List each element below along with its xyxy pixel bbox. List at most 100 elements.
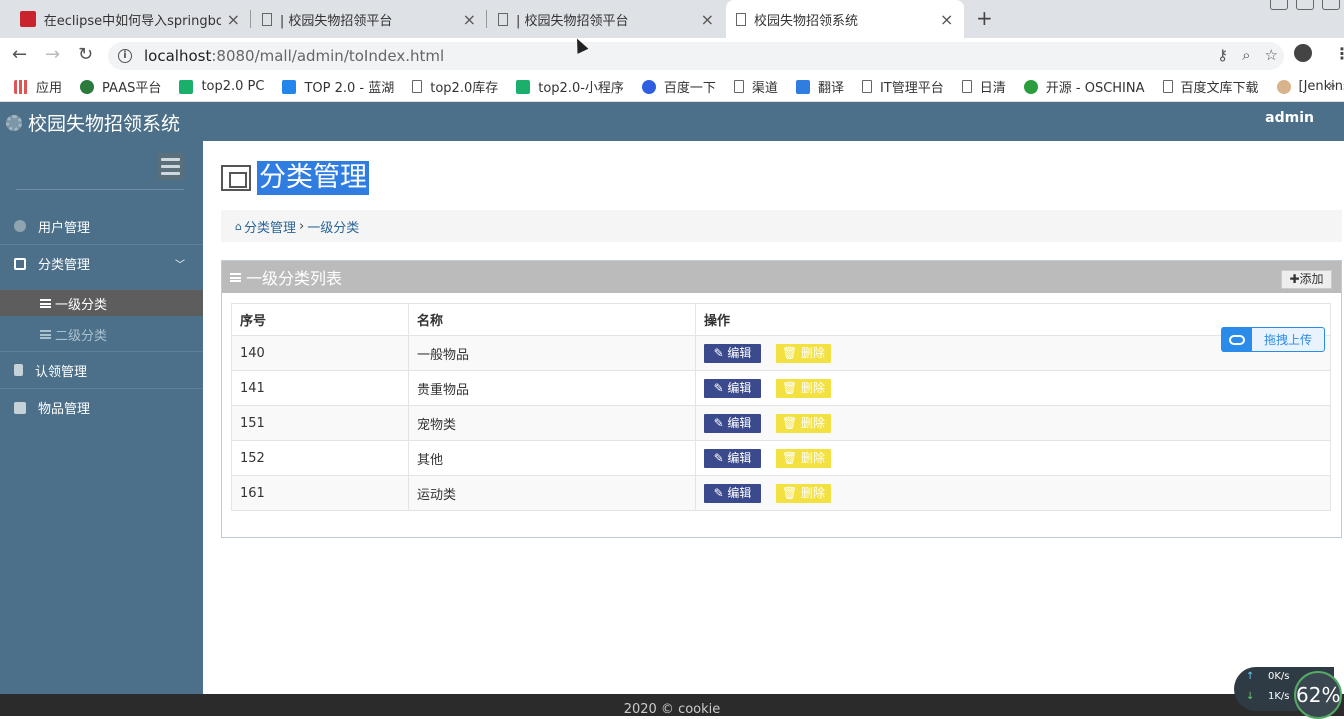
bookmark-label: top2.0库存	[430, 81, 499, 96]
edit-button[interactable]: ✎ 编辑	[704, 448, 761, 468]
bookmark-oschina[interactable]: 开源 - OSCHINA	[1023, 77, 1145, 96]
arrow-down-icon: ↓	[1246, 691, 1255, 702]
close-icon[interactable]: ×	[227, 10, 240, 29]
tab-title: 在eclipse中如何导入springboot	[43, 13, 221, 29]
breadcrumb-home[interactable]: 分类管理	[244, 217, 296, 236]
menu-dots-icon[interactable]: ⋮	[1334, 44, 1344, 63]
sidebar-subitem-level1[interactable]: 一级分类	[0, 290, 203, 316]
account-icon[interactable]	[1294, 44, 1312, 62]
star-icon[interactable]: ☆	[1265, 46, 1278, 64]
window-controls	[1266, 0, 1344, 10]
user-icon	[14, 220, 26, 232]
cell-name: 运动类	[408, 475, 696, 511]
edit-button[interactable]: ✎ 编辑	[704, 378, 761, 398]
sidebar-item-claims[interactable]: 认领管理	[0, 352, 203, 389]
page-icon	[1162, 80, 1173, 93]
upload-label: 拖拽上传	[1264, 333, 1313, 347]
delete-button[interactable]: 🗑 删除	[776, 343, 831, 363]
cloud-icon	[1222, 327, 1252, 352]
usage-percent: 62%	[1294, 671, 1342, 719]
list-icon	[230, 272, 241, 282]
tab-divider	[486, 10, 487, 28]
close-icon[interactable]: ×	[701, 10, 714, 29]
download-speed: 1K/s	[1268, 691, 1290, 702]
zoom-icon[interactable]: ⌕	[1242, 46, 1250, 64]
sidebar-item-categories[interactable]: 分类管理 ﹀	[0, 245, 203, 282]
sidebar-item-items[interactable]: 物品管理	[0, 389, 203, 426]
key-icon[interactable]: ⚷	[1217, 46, 1228, 64]
bookmark-channel[interactable]: 渠道	[733, 77, 778, 96]
maximize-icon[interactable]	[1296, 0, 1314, 10]
sidebar-toggle-icon[interactable]	[158, 153, 183, 180]
page-title: 分类管理	[221, 161, 369, 195]
reload-icon[interactable]: ↻	[78, 44, 93, 65]
page-icon	[861, 80, 872, 93]
brand[interactable]: 校园失物招领系统	[6, 109, 180, 136]
delete-button[interactable]: 🗑 删除	[776, 483, 831, 503]
tab-title: | 校园失物招领平台	[279, 13, 393, 29]
url-text[interactable]: localhost:8080/mall/admin/toIndex.html	[144, 47, 444, 65]
object-group-icon	[221, 165, 251, 191]
delete-button[interactable]: 🗑 删除	[776, 448, 831, 468]
delete-button[interactable]: 🗑 删除	[776, 378, 831, 398]
minimize-icon[interactable]	[1270, 0, 1288, 10]
page-title-text: 分类管理	[257, 161, 369, 195]
bookmark-lanhu[interactable]: TOP 2.0 - 蓝湖	[282, 77, 394, 96]
sidebar-item-label: 认领管理	[35, 364, 88, 380]
page-icon	[262, 12, 272, 26]
column-header-id: 序号	[231, 303, 409, 336]
bookmark-translate[interactable]: 翻译	[795, 77, 844, 96]
bookmark-it[interactable]: IT管理平台	[861, 77, 944, 96]
bookmark-apps[interactable]: 应用	[14, 77, 62, 96]
main-content: 分类管理 ⌂ 分类管理 › 一级分类 一级分类列表 ✚添加 序号 名称 操作 1…	[203, 141, 1344, 694]
address-bar-row: ← → ↻ i localhost:8080/mall/admin/toInde…	[0, 38, 1344, 72]
edit-button[interactable]: ✎ 编辑	[704, 413, 761, 433]
bookmark-top-pc[interactable]: top2.0 PC	[179, 79, 264, 94]
bookmarks-more-button[interactable]: »	[1327, 78, 1336, 94]
upload-speed: 0K/s	[1268, 671, 1290, 682]
breadcrumb-current[interactable]: 一级分类	[307, 217, 359, 236]
url-host: localhost	[144, 47, 212, 65]
url-field[interactable]: i localhost:8080/mall/admin/toIndex.html	[108, 42, 1284, 70]
oschina-icon	[1023, 79, 1038, 94]
browser-tab-1[interactable]: 在eclipse中如何导入springboot ×	[10, 0, 250, 38]
bookmark-label: 百度一下	[663, 81, 716, 96]
bookmark-daily[interactable]: 日清	[961, 77, 1006, 96]
browser-tab-4-active[interactable]: 校园失物招领系统 ×	[726, 0, 964, 38]
translate-icon	[795, 79, 810, 94]
close-icon[interactable]: ×	[463, 10, 476, 29]
close-icon[interactable]: ×	[940, 10, 953, 29]
bookmark-miniprogram[interactable]: top2.0-小程序	[516, 77, 624, 96]
home-icon: ⌂	[235, 219, 242, 233]
sidebar-subitem-level2[interactable]: 二级分类	[0, 318, 203, 352]
csdn-icon	[20, 11, 36, 27]
bookmark-baidu[interactable]: 百度一下	[641, 77, 716, 96]
cogs-icon	[6, 114, 22, 131]
page-icon	[498, 12, 508, 26]
back-icon[interactable]: ←	[12, 44, 27, 65]
cell-id: 161	[231, 475, 409, 511]
browser-tab-2[interactable]: | 校园失物招领平台 ×	[252, 0, 486, 38]
close-window-icon[interactable]	[1322, 0, 1340, 10]
cell-name: 一般物品	[408, 335, 696, 371]
edit-button[interactable]: ✎ 编辑	[704, 343, 761, 363]
drag-upload-widget[interactable]: 拖拽上传	[1221, 327, 1325, 352]
new-tab-button[interactable]: +	[976, 6, 993, 30]
play-icon	[516, 79, 531, 94]
browser-tab-3[interactable]: | 校园失物招领平台 ×	[488, 0, 724, 38]
bookmark-paas[interactable]: PAAS平台	[80, 77, 161, 96]
bookmark-stock[interactable]: top2.0库存	[412, 77, 498, 96]
add-button[interactable]: ✚添加	[1281, 270, 1332, 289]
sidebar-item-users[interactable]: 用户管理	[0, 208, 203, 245]
bookmark-wenku[interactable]: 百度文库下载	[1162, 77, 1259, 96]
network-monitor: ↑ 0K/s ↓ 1K/s 62%	[1234, 667, 1342, 719]
user-menu[interactable]: admin	[1265, 110, 1314, 126]
site-info-icon[interactable]: i	[118, 49, 132, 63]
delete-button[interactable]: 🗑 删除	[776, 413, 831, 433]
table-row: 141 贵重物品 ✎ 编辑 🗑 删除	[231, 370, 1331, 406]
edit-button[interactable]: ✎ 编辑	[704, 483, 761, 503]
apps-grid-icon	[14, 79, 28, 94]
url-path: :8080/mall/admin/toIndex.html	[211, 47, 445, 65]
forward-icon[interactable]: →	[45, 44, 60, 65]
list-icon	[40, 330, 51, 339]
